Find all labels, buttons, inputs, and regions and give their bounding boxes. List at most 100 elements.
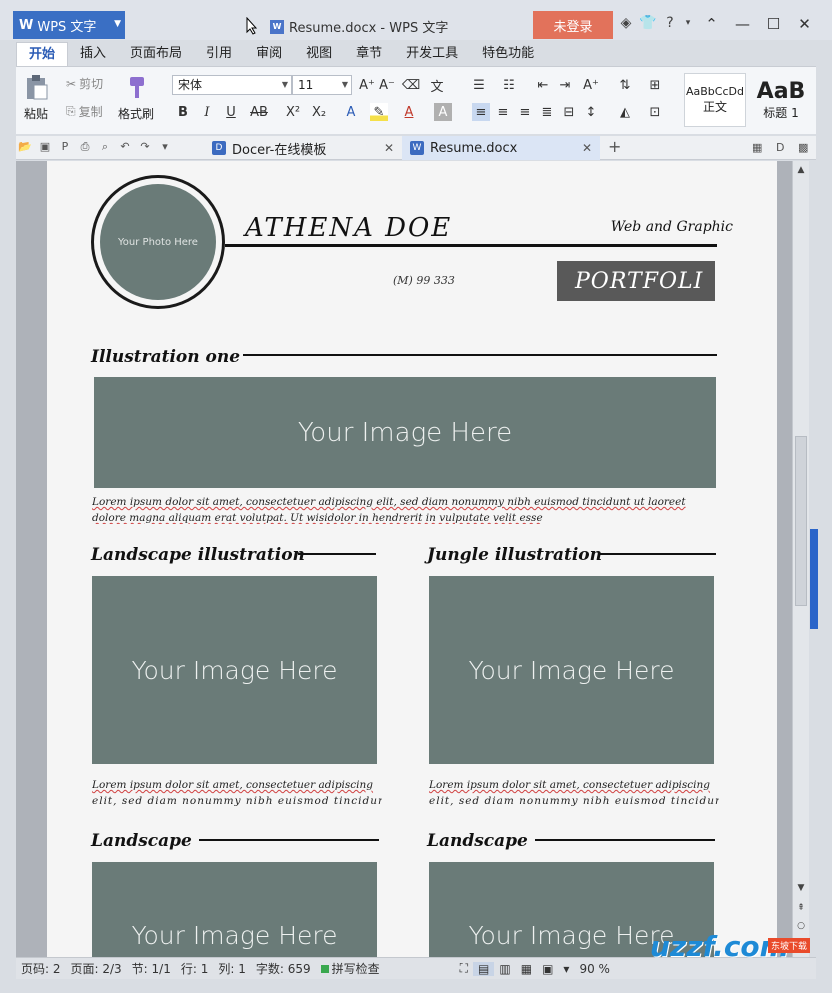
- zoom-level[interactable]: 90 %: [574, 962, 615, 976]
- scroll-down-icon[interactable]: ▼: [793, 883, 809, 893]
- paragraph-shading-icon[interactable]: ◭: [616, 103, 634, 121]
- body-text[interactable]: Lorem ipsum dolor sit amet, consectetuer…: [429, 777, 719, 809]
- open-folder-icon[interactable]: 📂: [18, 140, 32, 154]
- print-icon[interactable]: ⎙: [78, 140, 92, 154]
- align-center-icon[interactable]: ≡: [494, 103, 512, 121]
- undo-icon[interactable]: ↶: [118, 140, 132, 154]
- minimize-icon[interactable]: —: [727, 12, 758, 36]
- increase-indent-icon[interactable]: ⇥: [556, 76, 574, 94]
- bullets-icon[interactable]: ☰: [470, 76, 488, 94]
- task-pane-toggle[interactable]: [810, 529, 818, 629]
- image-placeholder[interactable]: Your Image Here: [92, 862, 377, 957]
- web-view-icon[interactable]: ▦: [516, 962, 537, 976]
- skin-icon[interactable]: ◈: [618, 14, 634, 32]
- text-effect-icon[interactable]: A: [342, 103, 360, 121]
- clear-format-icon[interactable]: ⌫: [402, 76, 420, 94]
- change-case-icon[interactable]: A⁺: [582, 76, 600, 94]
- reading-view-icon[interactable]: ▣: [537, 962, 558, 976]
- resume-subtitle[interactable]: Web and Graphic: [611, 219, 733, 235]
- zoom-out-icon[interactable]: ▾: [558, 962, 574, 976]
- decrease-indent-icon[interactable]: ⇤: [534, 76, 552, 94]
- login-button[interactable]: 未登录: [533, 11, 613, 39]
- char-shading-icon[interactable]: A: [434, 103, 452, 121]
- table-icon[interactable]: ⊞: [646, 76, 664, 94]
- borders-icon[interactable]: ⊡: [646, 103, 664, 121]
- style-heading-1[interactable]: AaB 标题 1: [748, 73, 814, 127]
- close-tab-icon[interactable]: ✕: [582, 141, 592, 155]
- underline-icon[interactable]: U: [222, 103, 240, 121]
- page-view-icon[interactable]: ▤: [473, 961, 495, 976]
- paste-button[interactable]: 粘贴: [22, 73, 50, 122]
- style-normal[interactable]: AaBbCcDd 正文: [684, 73, 746, 127]
- print-preview-icon[interactable]: ⌕: [98, 140, 112, 154]
- doc-tab-docer[interactable]: D Docer-在线模板 ✕: [204, 136, 402, 160]
- photo-frame[interactable]: Your Photo Here: [91, 175, 225, 309]
- tab-page-layout[interactable]: 页面布局: [118, 42, 194, 66]
- section-title-illustration-one[interactable]: Illustration one: [91, 347, 240, 367]
- align-left-icon[interactable]: ≡: [472, 103, 490, 121]
- tab-insert[interactable]: 插入: [68, 42, 118, 66]
- scroll-thumb[interactable]: [795, 436, 807, 606]
- phonetic-icon[interactable]: 文: [428, 76, 446, 95]
- docer-side-icon[interactable]: D: [776, 141, 784, 154]
- fullscreen-icon[interactable]: ⛶: [455, 961, 473, 976]
- tab-references[interactable]: 引用: [194, 42, 244, 66]
- tab-developer[interactable]: 开发工具: [394, 42, 470, 66]
- prev-page-icon[interactable]: ⇞: [793, 903, 809, 913]
- body-text[interactable]: Lorem ipsum dolor sit amet, consectetuer…: [92, 494, 717, 524]
- bold-icon[interactable]: B: [174, 103, 192, 121]
- highlight-icon[interactable]: ✎: [370, 103, 388, 121]
- sort-icon[interactable]: ⇅: [616, 76, 634, 94]
- image-placeholder[interactable]: Your Image Here: [92, 576, 377, 764]
- resume-name[interactable]: ATHENA DOE: [245, 213, 452, 243]
- tab-review[interactable]: 审阅: [244, 42, 294, 66]
- tab-sections[interactable]: 章节: [344, 42, 394, 66]
- save-icon[interactable]: ▣: [38, 140, 52, 154]
- section-title-landscape-illustration[interactable]: Landscape illustration: [91, 545, 305, 565]
- superscript-icon[interactable]: X²: [284, 103, 302, 121]
- redo-icon[interactable]: ↷: [138, 140, 152, 154]
- font-name-select[interactable]: 宋体 ▼: [172, 75, 292, 95]
- maximize-icon[interactable]: ☐: [758, 12, 789, 36]
- spell-check-toggle[interactable]: 拼写检查: [316, 960, 385, 977]
- image-placeholder[interactable]: Your Image Here: [94, 377, 716, 488]
- line-spacing-icon[interactable]: ↕: [582, 103, 600, 121]
- vertical-scrollbar[interactable]: ▲ ▼ ⇞ ○: [792, 161, 809, 957]
- section-title-jungle-illustration[interactable]: Jungle illustration: [427, 545, 602, 565]
- close-tab-icon[interactable]: ✕: [384, 141, 394, 155]
- subscript-icon[interactable]: X₂: [310, 103, 328, 121]
- align-right-icon[interactable]: ≡: [516, 103, 534, 121]
- italic-icon[interactable]: I: [198, 103, 216, 121]
- side-panel-icon[interactable]: ▩: [798, 141, 808, 154]
- copy-button[interactable]: ⎘ 复制: [66, 103, 103, 120]
- shirt-icon[interactable]: 👕: [639, 14, 656, 32]
- status-pages[interactable]: 页面: 2/3: [66, 960, 127, 977]
- scroll-up-icon[interactable]: ▲: [793, 165, 809, 175]
- font-color-icon[interactable]: A: [400, 103, 418, 121]
- status-page-number[interactable]: 页码: 2: [16, 960, 66, 977]
- justify-icon[interactable]: ≣: [538, 103, 556, 121]
- status-word-count[interactable]: 字数: 659: [251, 960, 316, 977]
- resume-phone[interactable]: (M) 99 333: [393, 274, 455, 287]
- pdf-export-icon[interactable]: P: [58, 140, 72, 154]
- numbering-icon[interactable]: ☷: [500, 76, 518, 94]
- app-menu-button[interactable]: W WPS 文字 ▼: [13, 11, 125, 39]
- cut-button[interactable]: ✂ 剪切: [66, 75, 103, 92]
- collapse-ribbon-icon[interactable]: ⌃: [696, 12, 727, 36]
- body-text[interactable]: Lorem ipsum dolor sit amet, consectetuer…: [92, 777, 382, 809]
- outline-view-icon[interactable]: ▥: [494, 962, 515, 976]
- distribute-icon[interactable]: ⊟: [560, 103, 578, 121]
- section-title-landscape[interactable]: Landscape: [91, 831, 192, 851]
- tab-view[interactable]: 视图: [294, 42, 344, 66]
- section-title-landscape[interactable]: Landscape: [427, 831, 528, 851]
- new-tab-icon[interactable]: +: [608, 137, 621, 156]
- chevron-down-icon[interactable]: ▾: [684, 14, 692, 32]
- tab-special[interactable]: 特色功能: [470, 42, 546, 66]
- close-icon[interactable]: ✕: [789, 12, 820, 36]
- image-placeholder[interactable]: Your Image Here: [429, 576, 714, 764]
- shrink-font-icon[interactable]: A⁻: [378, 76, 396, 94]
- font-size-select[interactable]: 11 ▼: [292, 75, 352, 95]
- doc-tab-resume[interactable]: W Resume.docx ✕: [402, 136, 600, 160]
- tab-home[interactable]: 开始: [16, 42, 69, 66]
- panel-icon[interactable]: ▦: [752, 141, 762, 154]
